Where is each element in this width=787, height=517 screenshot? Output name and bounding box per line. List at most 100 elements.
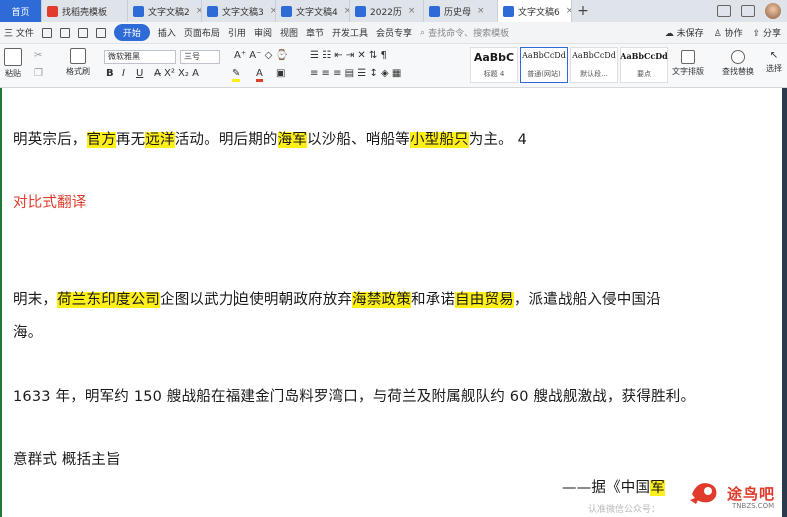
command-search[interactable]: ⌕ 查找命令、搜索模板 [420,26,510,40]
tab-label: 2022历 [370,7,402,18]
text-run: 活动。明后期的 [174,132,278,148]
paste-button[interactable]: 粘贴 [4,48,22,79]
tab-page-layout[interactable]: 页面布局 [184,26,220,39]
paste-icon [4,48,22,66]
window-layout-icon[interactable] [717,5,731,17]
text-run: 迫使明朝政府放弃 [234,292,353,308]
open-icon[interactable] [41,27,52,38]
style-heading4[interactable]: AaBbC 标题 4 [470,47,518,83]
tab-label: 文字文稿3 [222,7,264,18]
style-key-point[interactable]: AaBbCcDd 要点 [620,47,668,83]
style-normal-web[interactable]: AaBbCcDd 普通(网站) [520,47,568,83]
highlight-icon[interactable]: ✎ [232,68,241,82]
tab-label: 历史母 [444,7,472,18]
page-edge [0,88,2,517]
text-run: ，派遣战船入侵中国沿 [513,292,661,308]
text-run: 企图以武力 [160,292,234,308]
menu-bar: 三 文件 开始 插入 页面布局 引用 审阅 视图 章节 开发工具 会员专享 ⌕ 查… [0,22,787,44]
style-label: 默认段... [580,70,608,78]
tab-member[interactable]: 会员专享 [376,26,412,39]
scrollbar[interactable] [782,88,787,517]
underline-icon[interactable]: U [136,68,143,79]
cut-icon[interactable]: ✂ [34,50,42,61]
share-label: 分享 [762,29,781,39]
highlighted-text: 小型船只 [409,132,469,148]
font-size-select[interactable]: 三号 [180,50,220,64]
save-icon[interactable] [59,27,70,38]
search-placeholder: 查找命令、搜索模板 [428,29,510,39]
doc-icon [355,5,366,17]
close-icon[interactable]: × [408,6,416,16]
tab-home[interactable]: 首页 [0,0,42,22]
share-button[interactable]: ⇪ 分享 [753,26,781,39]
list-icons[interactable]: ☰ ☷ ⇤ ⇥ ✕ ⇅ ¶ [310,50,387,61]
window-controls [717,0,787,22]
tab-doc3[interactable]: 文字文稿3× [202,0,276,22]
highlighted-text: 荷兰东印度公司 [57,292,161,308]
doc-line-3: 明末，荷兰东印度公司企图以武力迫使明朝政府放弃海禁政策和承诺自由贸易，派遣战船入… [13,288,661,309]
tab-insert[interactable]: 插入 [158,26,176,39]
close-icon[interactable]: × [477,6,485,16]
font-grow-icon[interactable]: A⁺ A⁻ ◇ ⌚ [234,50,288,61]
doc-icon [207,5,218,17]
font-name-select[interactable]: 微软雅黑 [104,50,176,64]
italic-icon[interactable]: I [122,68,125,79]
doc-icon [281,5,292,17]
tab-doc6[interactable]: 文字文稿6× [498,0,572,22]
doc-line-4: 1633 年，明军约 150 艘战船在福建金门岛料罗湾口，与荷兰及附属舰队约 6… [13,389,696,405]
tab-developer[interactable]: 开发工具 [332,26,368,39]
print-icon[interactable] [77,27,88,38]
new-tab-button[interactable]: + [572,0,594,22]
doc-source-line: ——据《中国军 [562,476,665,497]
font-color-icon[interactable]: A [256,68,263,82]
ribbon: 粘贴 ✂ ❐ 格式刷 微软雅黑 三号 A⁺ A⁻ ◇ ⌚ B I U A̶ X²… [0,44,787,88]
text-run: 明英宗后， [13,132,87,148]
highlighted-text: 自由贸易 [455,292,514,308]
find-replace-button[interactable]: 查找替换 [722,50,754,77]
align-icons[interactable]: ≡ ≡ ≡ ▤ ☰ ↕ ◈ ▦ [310,68,401,79]
doc-line-1: 明英宗后，官方再无远洋活动。明后期的海军以沙船、哨船等小型船只为主。 4 [13,128,527,149]
unsaved-status[interactable]: ☁ 未保存 [665,26,704,39]
style-default-para[interactable]: AaBbCcDd 默认段... [570,47,618,83]
multi-window-icon[interactable] [741,5,755,17]
text-run: 为主。 4 [468,132,528,148]
tab-label: 文字文稿4 [296,7,338,18]
tab-history2[interactable]: 历史母 × [424,0,498,22]
style-preview: AaBbCcDd [572,51,616,60]
file-menu[interactable]: 三 文件 [4,26,34,39]
tab-template[interactable]: 找稻壳模板 [42,0,128,22]
tab-section[interactable]: 章节 [306,26,324,39]
tab-label: 文字文稿6 [518,7,560,18]
text-layout-button[interactable]: 文字排版 [672,50,704,77]
text-run: 明末， [13,292,58,308]
style-label: 要点 [637,70,651,78]
find-replace-label: 查找替换 [722,67,754,76]
watermark-logo-icon [690,483,717,504]
avatar[interactable] [765,3,781,19]
tab-review[interactable]: 审阅 [254,26,272,39]
format-painter-button[interactable]: 格式刷 [66,48,90,77]
tab-start[interactable]: 开始 [113,24,150,41]
doc-line-3b: 海。 [13,325,43,341]
strike-icon[interactable]: A̶ X² X₂ A [154,68,199,79]
bold-icon[interactable]: B [106,68,114,79]
tab-home-label: 首页 [11,7,30,18]
watermark-text: 认准微信公众号： [588,505,661,515]
tab-doc4[interactable]: 文字文稿4× [276,0,350,22]
text-run: 和承诺 [410,292,456,308]
tab-view[interactable]: 视图 [280,26,298,39]
tab-doc2[interactable]: 文字文稿2× [128,0,202,22]
tab-label: 文字文稿2 [148,7,190,18]
undo-icon[interactable] [95,27,106,38]
select-button[interactable]: ↖ 选择 [766,50,782,74]
char-border-icon[interactable]: ▣ [276,68,285,79]
text-run: 以沙船、哨船等 [307,132,410,148]
doc-icon [133,5,144,17]
collab-button[interactable]: ♙ 协作 [714,26,743,39]
style-preview: AaBbCcDd [522,51,566,60]
tab-history[interactable]: 2022历 × [350,0,424,22]
title-tab-bar: 首页 找稻壳模板 文字文稿2× 文字文稿3× 文字文稿4× 2022历× 历史母… [0,0,787,22]
tab-references[interactable]: 引用 [228,26,246,39]
select-label: 选择 [766,64,782,73]
copy-icon[interactable]: ❐ [34,68,43,79]
